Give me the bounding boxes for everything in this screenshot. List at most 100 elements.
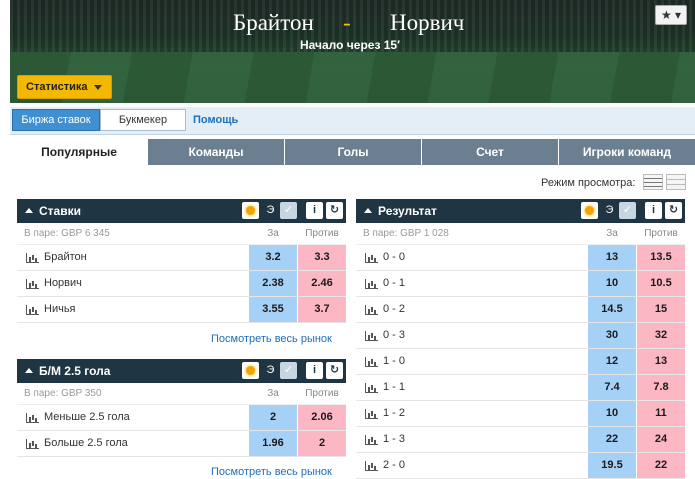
- collapse-icon[interactable]: [25, 368, 33, 374]
- market-row: 0 - 1 10 10.5: [356, 271, 685, 297]
- runner-name: 0 - 1: [383, 277, 406, 289]
- back-odds-button[interactable]: 2: [249, 405, 297, 430]
- back-odds-button[interactable]: 22: [588, 427, 636, 452]
- sun-icon[interactable]: [242, 362, 259, 379]
- view-full-market-link[interactable]: Посмотреть весь рынок: [211, 466, 332, 478]
- chart-icon[interactable]: [365, 331, 378, 341]
- back-odds-button[interactable]: 1.96: [249, 431, 297, 456]
- info-icon[interactable]: i: [306, 202, 323, 219]
- tab-popular[interactable]: Популярные: [10, 139, 148, 165]
- lay-odds-button[interactable]: 32: [637, 323, 685, 348]
- lay-odds-button[interactable]: 2.46: [298, 271, 346, 296]
- matched-amount: В паре: GBP 350: [24, 388, 102, 399]
- panel-title: Ставки: [39, 204, 81, 218]
- list-view-icon[interactable]: [643, 174, 663, 190]
- panel-over-under: Б/М 2.5 гола Э ✓ i ↻ В паре: GBP 350 За …: [17, 359, 346, 457]
- panel-header[interactable]: Ставки Э ✓ i ↻: [17, 199, 346, 223]
- back-odds-button[interactable]: 7.4: [588, 375, 636, 400]
- collapse-icon[interactable]: [25, 208, 33, 214]
- chart-icon[interactable]: [365, 383, 378, 393]
- lay-odds-button[interactable]: 3.3: [298, 245, 346, 270]
- runner-name: Норвич: [44, 277, 82, 289]
- panel-title: Б/М 2.5 гола: [39, 364, 111, 378]
- panel-header[interactable]: Б/М 2.5 гола Э ✓ i ↻: [17, 359, 346, 383]
- view-full-market-link[interactable]: Посмотреть весь рынок: [211, 333, 332, 345]
- chart-icon[interactable]: [365, 357, 378, 367]
- refresh-icon[interactable]: ↻: [326, 202, 343, 219]
- lay-odds-button[interactable]: 7.8: [637, 375, 685, 400]
- market-row: Норвич 2.38 2.46: [17, 271, 346, 297]
- sun-icon[interactable]: [581, 202, 598, 219]
- e-icon[interactable]: Э: [601, 202, 618, 219]
- chart-icon[interactable]: [365, 253, 378, 263]
- match-header: Брайтон - Норвич Начало через 15′: [10, 0, 695, 103]
- favorite-star-button[interactable]: ★ ▾: [655, 5, 687, 25]
- back-odds-button[interactable]: 14.5: [588, 297, 636, 322]
- lay-odds-button[interactable]: 22: [637, 453, 685, 478]
- tab-goals[interactable]: Голы: [285, 139, 422, 165]
- back-odds-button[interactable]: 12: [588, 349, 636, 374]
- col-lay-label: Против: [305, 388, 339, 399]
- back-odds-button[interactable]: 13: [588, 245, 636, 270]
- panel-header[interactable]: Результат Э ✓ i ↻: [356, 199, 685, 223]
- market-row: 0 - 2 14.5 15: [356, 297, 685, 323]
- tab-teams[interactable]: Команды: [148, 139, 285, 165]
- market-row: 0 - 0 13 13.5: [356, 245, 685, 271]
- info-icon[interactable]: i: [306, 362, 323, 379]
- panel-bets: Ставки Э ✓ i ↻ В паре: GBP 6 345 За Прот…: [17, 199, 346, 323]
- lay-odds-button[interactable]: 24: [637, 427, 685, 452]
- back-odds-button[interactable]: 19.5: [588, 453, 636, 478]
- refresh-icon[interactable]: ↻: [326, 362, 343, 379]
- help-link[interactable]: Помощь: [193, 114, 238, 126]
- tab-score[interactable]: Счет: [422, 139, 559, 165]
- chart-icon[interactable]: [26, 413, 39, 423]
- lay-odds-button[interactable]: 13.5: [637, 245, 685, 270]
- lay-odds-button[interactable]: 2: [298, 431, 346, 456]
- back-odds-button[interactable]: 30: [588, 323, 636, 348]
- statistics-button[interactable]: Статистика: [17, 75, 112, 99]
- col-back-label: За: [606, 228, 618, 239]
- sun-icon[interactable]: [242, 202, 259, 219]
- tab-players[interactable]: Игроки команд: [559, 139, 695, 165]
- chevron-down-icon: [93, 84, 102, 90]
- info-icon[interactable]: i: [645, 202, 662, 219]
- refresh-icon[interactable]: ↻: [665, 202, 682, 219]
- market-row: 0 - 3 30 32: [356, 323, 685, 349]
- back-odds-button[interactable]: 10: [588, 271, 636, 296]
- lay-odds-button[interactable]: 15: [637, 297, 685, 322]
- e-icon[interactable]: Э: [262, 202, 279, 219]
- compact-view-icon[interactable]: [666, 174, 686, 190]
- back-odds-button[interactable]: 2.38: [249, 271, 297, 296]
- lay-odds-button[interactable]: 3.7: [298, 297, 346, 322]
- chart-icon[interactable]: [365, 305, 378, 315]
- collapse-icon[interactable]: [364, 208, 372, 214]
- chart-icon[interactable]: [365, 435, 378, 445]
- runner-name: 0 - 0: [383, 251, 406, 263]
- check-icon[interactable]: ✓: [619, 202, 636, 219]
- lay-odds-button[interactable]: 11: [637, 401, 685, 426]
- chart-icon[interactable]: [26, 305, 39, 315]
- chart-icon[interactable]: [365, 461, 378, 471]
- e-icon[interactable]: Э: [262, 362, 279, 379]
- lay-odds-button[interactable]: 2.06: [298, 405, 346, 430]
- chart-icon[interactable]: [365, 279, 378, 289]
- tab-bookmaker[interactable]: Букмекер: [100, 109, 186, 131]
- col-back-label: За: [267, 388, 279, 399]
- check-icon[interactable]: ✓: [280, 202, 297, 219]
- back-odds-button[interactable]: 3.55: [249, 297, 297, 322]
- chart-icon[interactable]: [26, 279, 39, 289]
- back-odds-button[interactable]: 10: [588, 401, 636, 426]
- runner-name: Больше 2.5 гола: [44, 437, 128, 449]
- back-odds-button[interactable]: 3.2: [249, 245, 297, 270]
- market-row: 1 - 0 12 13: [356, 349, 685, 375]
- lay-odds-button[interactable]: 13: [637, 349, 685, 374]
- check-icon[interactable]: ✓: [280, 362, 297, 379]
- lay-odds-button[interactable]: 10.5: [637, 271, 685, 296]
- tab-exchange[interactable]: Биржа ставок: [12, 109, 100, 131]
- chart-icon[interactable]: [365, 409, 378, 419]
- chart-icon[interactable]: [26, 253, 39, 263]
- runner-name: 1 - 2: [383, 407, 406, 419]
- col-back-label: За: [267, 228, 279, 239]
- chart-icon[interactable]: [26, 439, 39, 449]
- matched-amount: В паре: GBP 1 028: [363, 228, 449, 239]
